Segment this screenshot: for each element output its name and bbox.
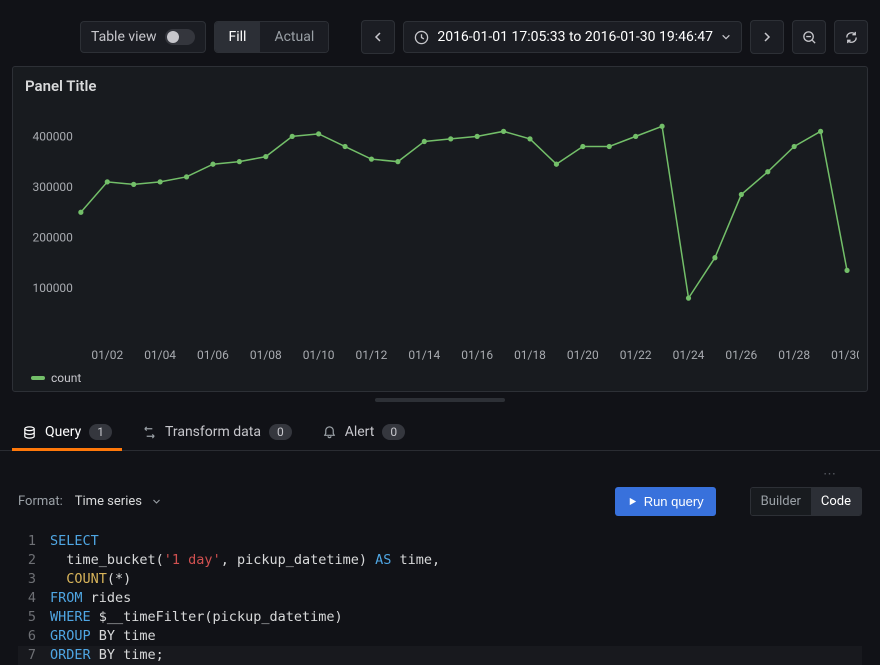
time-range-label: 2016-01-01 17:05:33 to 2016-01-30 19:46:… (437, 29, 713, 45)
chevron-down-icon (721, 32, 731, 42)
time-range-next-button[interactable] (750, 20, 784, 54)
table-view-label: Table view (91, 29, 157, 45)
tab-query[interactable]: Query 1 (18, 416, 116, 450)
resize-handle[interactable] (375, 398, 505, 402)
actual-option[interactable]: Actual (260, 22, 328, 52)
clock-icon (414, 30, 429, 45)
database-icon (22, 425, 37, 440)
svg-text:01/10: 01/10 (303, 348, 335, 362)
time-range-prev-button[interactable] (361, 20, 395, 54)
line-chart[interactable]: 100000 200000 300000 400000 01/02 01/04 01/06… (21, 103, 859, 367)
bell-icon (322, 425, 337, 440)
chart-legend[interactable]: count (13, 369, 867, 391)
tab-query-badge: 1 (89, 424, 112, 440)
format-value: Time series (75, 494, 142, 509)
line-number: 7 (18, 646, 50, 665)
svg-text:01/14: 01/14 (408, 348, 440, 362)
refresh-button[interactable] (834, 20, 868, 54)
format-label: Format: (18, 494, 63, 509)
query-tabs: Query 1 Transform data 0 Alert 0 (0, 408, 880, 451)
svg-text:01/02: 01/02 (91, 348, 123, 362)
panel-title: Panel Title (13, 67, 867, 99)
chevron-down-icon (152, 497, 161, 506)
svg-text:01/08: 01/08 (250, 348, 282, 362)
svg-text:01/18: 01/18 (514, 348, 546, 362)
fill-actual-segment: Fill Actual (214, 21, 330, 53)
svg-text:01/06: 01/06 (197, 348, 229, 362)
svg-text:01/26: 01/26 (725, 348, 757, 362)
svg-text:01/30: 01/30 (831, 348, 859, 362)
tab-transform[interactable]: Transform data 0 (138, 416, 296, 450)
tab-query-label: Query (45, 424, 81, 440)
zoom-out-icon (802, 30, 817, 45)
run-query-label: Run query (644, 494, 704, 509)
zoom-out-button[interactable] (792, 20, 826, 54)
tab-transform-badge: 0 (269, 424, 292, 440)
svg-text:400000: 400000 (33, 129, 74, 143)
chevron-left-icon (372, 31, 384, 43)
svg-text:01/22: 01/22 (620, 348, 652, 362)
svg-text:01/20: 01/20 (567, 348, 599, 362)
tab-transform-label: Transform data (165, 424, 261, 440)
chevron-right-icon (761, 31, 773, 43)
line-number: 5 (18, 608, 50, 627)
tab-alert-label: Alert (345, 424, 375, 440)
svg-text:01/12: 01/12 (356, 348, 388, 362)
line-number: 3 (18, 570, 50, 589)
svg-text:200000: 200000 (33, 230, 74, 244)
refresh-icon (844, 30, 859, 45)
ghost-icon[interactable]: ⋯ (823, 467, 836, 482)
query-row-actions: ⋯ (823, 467, 836, 482)
legend-swatch (31, 376, 45, 380)
svg-text:01/28: 01/28 (778, 348, 810, 362)
builder-code-switch: Builder Code (750, 487, 862, 516)
fill-option[interactable]: Fill (215, 22, 261, 52)
tab-alert[interactable]: Alert 0 (318, 416, 409, 450)
time-range-picker[interactable]: 2016-01-01 17:05:33 to 2016-01-30 19:46:… (403, 21, 742, 53)
table-view-toggle[interactable]: Table view (80, 21, 206, 53)
line-number: 6 (18, 627, 50, 646)
transform-icon (142, 425, 157, 440)
svg-text:01/24: 01/24 (673, 348, 705, 362)
toggle-icon (165, 29, 195, 45)
builder-option[interactable]: Builder (751, 488, 811, 515)
line-number: 2 (18, 551, 50, 570)
run-query-button[interactable]: Run query (615, 487, 716, 516)
svg-text:300000: 300000 (33, 180, 74, 194)
line-number: 1 (18, 532, 50, 551)
play-icon (627, 496, 638, 507)
sql-editor[interactable]: 1SELECT 2 time_bucket('1 day', pickup_da… (18, 532, 862, 665)
svg-text:100000: 100000 (33, 281, 74, 295)
svg-text:01/16: 01/16 (461, 348, 493, 362)
chart-panel: Panel Title 100000 200000 300000 400000 01/… (12, 66, 868, 392)
legend-label: count (51, 371, 81, 385)
tab-alert-badge: 0 (382, 424, 405, 440)
svg-text:01/04: 01/04 (144, 348, 176, 362)
line-number: 4 (18, 589, 50, 608)
format-select[interactable]: Time series (75, 494, 161, 509)
code-option[interactable]: Code (811, 488, 861, 515)
